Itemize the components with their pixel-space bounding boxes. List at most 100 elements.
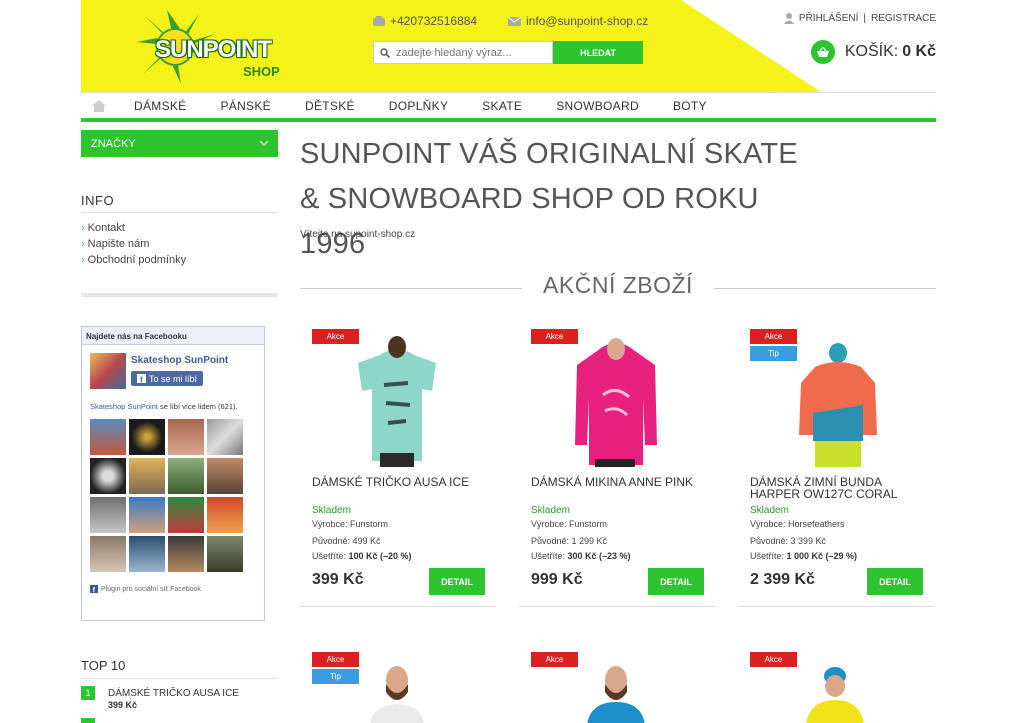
basket-icon — [810, 40, 835, 64]
sale-heading: AKČNÍ ZBOŽÍ — [543, 272, 693, 298]
detail-button[interactable]: DETAIL — [648, 568, 704, 595]
product-name[interactable]: DÁMSKÉ TRIČKO AUSA ICE — [312, 476, 492, 488]
fan-avatar[interactable] — [129, 458, 165, 494]
sidebar-link-kontakt[interactable]: › Kontakt — [81, 222, 125, 234]
product-image[interactable] — [569, 335, 664, 467]
facebook-widget: Najdete nás na Facebooku Skateshop SunPo… — [81, 326, 265, 621]
search-input[interactable] — [396, 46, 536, 59]
cart-label: KOŠÍK: — [844, 43, 899, 60]
product-image[interactable] — [800, 666, 870, 723]
sale-badge: Akce — [531, 652, 578, 667]
product-image[interactable] — [350, 335, 445, 467]
detail-button[interactable]: DETAIL — [867, 568, 923, 595]
rank-badge: 1 — [81, 686, 95, 700]
fan-avatar[interactable] — [129, 536, 165, 572]
product-price: 999 Kč — [531, 571, 583, 588]
fan-avatar[interactable] — [207, 419, 243, 455]
fan-avatar[interactable] — [90, 536, 126, 572]
facebook-icon: f — [90, 585, 98, 593]
rank-badge — [81, 718, 95, 723]
site-header: SUNPOINT SHOP +420732516884 info@sunpoin… — [81, 0, 936, 92]
divider — [300, 606, 496, 607]
user-icon — [783, 13, 794, 24]
nav-item-snowboard[interactable]: SNOWBOARD — [539, 99, 656, 113]
home-icon[interactable] — [81, 99, 117, 112]
nav-item-damske[interactable]: DÁMSKÉ — [117, 99, 203, 113]
chevron-down-icon — [260, 141, 268, 146]
account-links: PŘIHLÁŠENÍ | REGISTRACE — [783, 13, 936, 24]
facebook-like-button[interactable]: f To se mi líbí — [131, 371, 204, 386]
savings: Ušetříte: 1 000 Kč (–29 %) — [750, 551, 858, 561]
facebook-like-count: Skateshop SunPoint se líbí více lidem (6… — [90, 402, 238, 411]
sale-badge: Akce — [750, 652, 797, 667]
fan-avatar[interactable] — [207, 497, 243, 533]
nav-item-skate[interactable]: SKATE — [465, 99, 539, 113]
search-icon — [380, 47, 390, 58]
original-price: Původně: 1 299 Kč — [531, 536, 608, 546]
page-title: SUNPOINT VÁŠ ORIGINALNÍ SKATE & SNOWBOAR… — [300, 138, 798, 260]
divider — [81, 293, 278, 297]
search-field[interactable] — [373, 41, 553, 64]
original-price: Původně: 499 Kč — [312, 536, 381, 546]
fan-avatar[interactable] — [90, 419, 126, 455]
login-link[interactable]: PŘIHLÁŠENÍ — [799, 13, 858, 24]
cart-value: 0 Kč — [902, 43, 936, 60]
nav-item-detske[interactable]: DĚTSKÉ — [288, 99, 372, 113]
product-image[interactable] — [581, 662, 651, 723]
manufacturer: Výrobce: Funstorm — [531, 519, 608, 529]
logo-sub: SHOP — [243, 64, 280, 79]
product-name[interactable]: DÁMSKÁ MIKINA ANNE PINK — [531, 476, 711, 488]
original-price: Původně: 3 399 Kč — [750, 536, 827, 546]
fan-avatar[interactable] — [168, 458, 204, 494]
savings: Ušetříte: 300 Kč (–23 %) — [531, 551, 631, 561]
fan-avatar[interactable] — [90, 458, 126, 494]
svg-text:f: f — [140, 376, 143, 384]
email-contact[interactable]: info@sunpoint-shop.cz — [508, 14, 648, 28]
stock-status: Skladem — [312, 505, 351, 516]
facebook-faces — [90, 419, 246, 572]
facebook-page-avatar[interactable] — [90, 353, 126, 389]
facebook-footer: f Plugin pro sociální síť Facebook — [90, 585, 201, 593]
fan-avatar[interactable] — [129, 497, 165, 533]
detail-button[interactable]: DETAIL — [429, 568, 485, 595]
phone-contact[interactable]: +420732516884 — [373, 14, 477, 28]
mail-icon — [508, 16, 521, 26]
product-price: 2 399 Kč — [750, 571, 815, 588]
fan-avatar[interactable] — [90, 497, 126, 533]
product-image[interactable] — [793, 343, 883, 467]
manufacturer: Výrobce: Horsefeathers — [750, 519, 845, 529]
product-price: 399 Kč — [312, 571, 364, 588]
top-product-name[interactable]: DÁMSKÉ TRIČKO AUSA ICE — [108, 688, 239, 699]
stock-status: Skladem — [750, 505, 789, 516]
fan-avatar[interactable] — [129, 419, 165, 455]
facebook-page-name[interactable]: Skateshop SunPoint — [131, 355, 228, 366]
cart[interactable]: KOŠÍK: 0 Kč — [810, 40, 936, 64]
phone-number: +420732516884 — [390, 14, 478, 28]
brands-label: ZNAČKY — [91, 137, 136, 150]
nav-item-panske[interactable]: PÁNSKÉ — [203, 99, 288, 113]
fan-avatar[interactable] — [207, 458, 243, 494]
sale-badge: Akce — [312, 652, 359, 667]
nav-item-boty[interactable]: BOTY — [656, 99, 724, 113]
fan-avatar[interactable] — [168, 419, 204, 455]
product-image[interactable] — [362, 662, 432, 723]
divider — [81, 212, 278, 213]
savings: Ušetříte: 100 Kč (–20 %) — [312, 551, 412, 561]
divider — [738, 606, 934, 607]
facebook-icon: f — [137, 374, 146, 383]
facebook-header: Najdete nás na Facebooku — [82, 327, 264, 345]
fan-avatar[interactable] — [207, 536, 243, 572]
top-product-price: 399 Kč — [108, 700, 138, 710]
search-button[interactable]: HLEDAT — [553, 41, 643, 64]
sidebar-link-podminky[interactable]: › Obchodní podmínky — [81, 254, 186, 266]
brands-dropdown[interactable]: ZNAČKY — [81, 130, 278, 157]
logo-text: SUNPOINT — [155, 36, 272, 63]
nav-item-doplnky[interactable]: DOPLŇKY — [372, 99, 465, 113]
sale-badge: Akce — [750, 329, 797, 344]
info-heading: INFO — [81, 193, 115, 208]
product-name[interactable]: DÁMSKÁ ZIMNÍ BUNDA HARPER OW127C CORAL — [750, 476, 930, 500]
sidebar-link-napiste[interactable]: › Napište nám — [81, 238, 149, 250]
fan-avatar[interactable] — [168, 536, 204, 572]
register-link[interactable]: REGISTRACE — [871, 13, 936, 24]
fan-avatar[interactable] — [168, 497, 204, 533]
